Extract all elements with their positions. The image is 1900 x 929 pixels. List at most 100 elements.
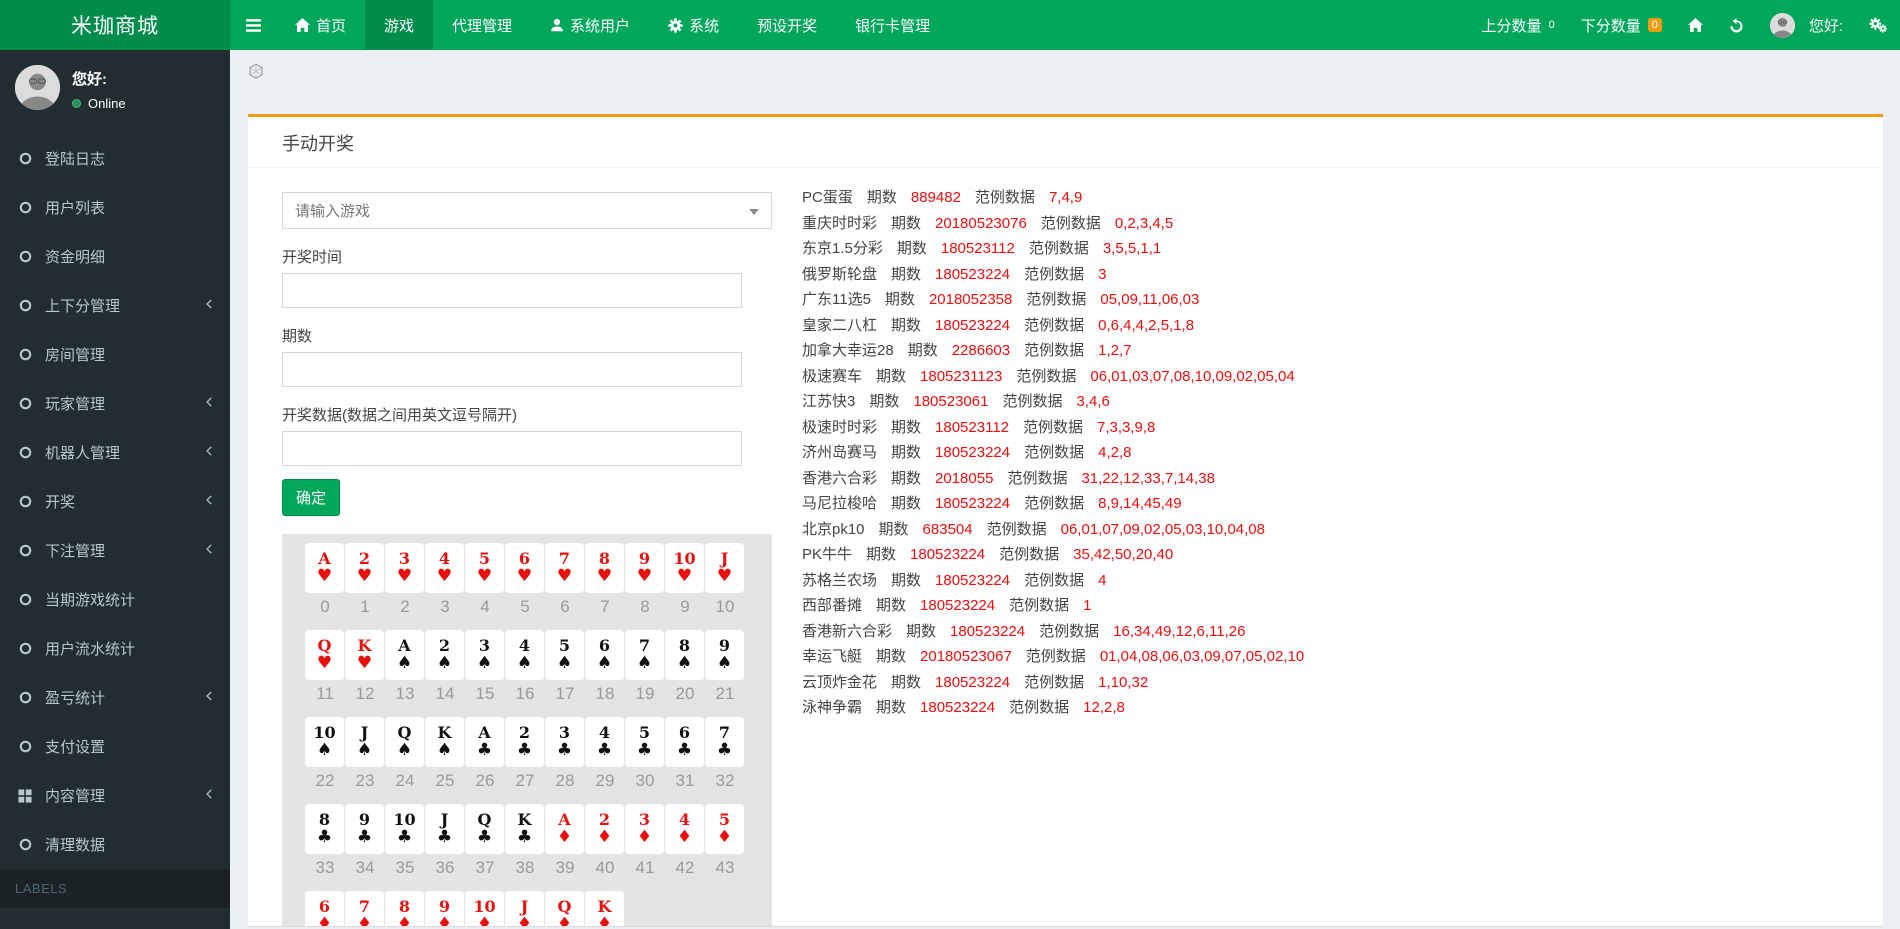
card-cell: J♣36 (425, 804, 465, 891)
sample-value: 1 (1083, 597, 1091, 614)
sample-label: 范例数据 (1024, 495, 1084, 512)
card-suit-icon: ♦ (317, 916, 332, 926)
card-rank: 2 (359, 551, 370, 567)
sidebar-item-funds-detail[interactable]: 资金明细 (0, 232, 230, 281)
brand-logo[interactable]: 米珈商城 (0, 0, 230, 50)
sidebar-item-player-management[interactable]: 玩家管理 (0, 379, 230, 428)
sidebar-item-label: 下注管理 (45, 540, 105, 561)
card-rank: J (361, 725, 369, 741)
nav-item-games[interactable]: 游戏 (365, 0, 433, 50)
sidebar-item-lottery-draw[interactable]: 开奖 (0, 477, 230, 526)
settings-button[interactable] (1856, 0, 1900, 50)
card-cell: K♥12 (345, 630, 385, 717)
card-index: 3 (425, 597, 465, 617)
period-label: 期数 (867, 189, 897, 206)
sidebar-item-label: 资金明细 (45, 246, 105, 267)
period-value: 180523224 (935, 495, 1010, 512)
gear-icon (668, 18, 683, 33)
card-index: 28 (545, 771, 585, 791)
period-label: 期数 (891, 495, 921, 512)
card-cell: 6♦44 (305, 891, 345, 926)
nav-item-agent-management[interactable]: 代理管理 (433, 0, 531, 50)
card-rank: 10 (673, 551, 695, 567)
card-index: 4 (465, 597, 505, 617)
card-suit-icon: ♥ (317, 568, 332, 585)
nav-item-bank-card-management[interactable]: 银行卡管理 (836, 0, 949, 50)
game-row: PK牛牛期数180523224范例数据35,42,50,20,40 (802, 542, 1318, 568)
card-suit-icon: ♦ (517, 916, 532, 926)
card-cell: K♠25 (425, 717, 465, 804)
card-cell: A♣26 (465, 717, 505, 804)
nav-item-system-users[interactable]: 系统用户 (531, 0, 649, 50)
nav-item-home[interactable]: 首页 (276, 0, 365, 50)
user-menu[interactable]: 您好: (1757, 0, 1856, 50)
sidebar-item-clear-data[interactable]: 清理数据 (0, 820, 230, 869)
period-value: 180523224 (950, 623, 1025, 640)
period-label: 期数 (891, 419, 921, 436)
sidebar-item-user-flow-stats[interactable]: 用户流水统计 (0, 624, 230, 673)
card-rank: 6 (319, 899, 330, 915)
nav-item-label: 系统用户 (570, 15, 630, 36)
card-cell: Q♥11 (305, 630, 345, 717)
refresh-button[interactable] (1716, 0, 1757, 50)
sidebar-item-login-log[interactable]: 登陆日志 (0, 134, 230, 183)
card-row: Q♥11K♥12A♠132♠143♠154♠165♠176♠187♠198♠20… (305, 630, 772, 717)
period-input[interactable] (282, 352, 742, 387)
card-rank: 2 (439, 638, 450, 654)
card-cell: 10♣35 (385, 804, 425, 891)
sidebar-item-score-management[interactable]: 上下分管理 (0, 281, 230, 330)
top-menu: 首页游戏代理管理 系统用户系统预设开奖银行卡管理 (276, 0, 949, 50)
playing-card-4-diamonds: 4♦ (665, 804, 704, 854)
circle-o-icon (15, 593, 35, 606)
nav-item-system[interactable]: 系统 (649, 0, 738, 50)
sidebar-item-room-management[interactable]: 房间管理 (0, 330, 230, 379)
sidebar-item-content-management[interactable]: 内容管理 (0, 771, 230, 820)
sidebar-toggle-button[interactable] (230, 0, 276, 50)
sample-label: 范例数据 (1024, 317, 1084, 334)
card-suit-icon: ♠ (477, 655, 492, 672)
card-reference-panel: A♥02♥13♥24♥35♥46♥57♥68♥79♥810♥9J♥10Q♥11K… (282, 534, 772, 926)
draw-time-input[interactable] (282, 273, 742, 308)
up-score-link[interactable]: 上分数量0 (1469, 0, 1568, 50)
game-name: 极速时时彩 (802, 419, 877, 436)
top-navbar: 米珈商城 首页游戏代理管理 系统用户系统预设开奖银行卡管理 上分数量0 下分数量0… (0, 0, 1900, 50)
period-value: 180523224 (935, 572, 1010, 589)
sidebar-item-payment-settings[interactable]: 支付设置 (0, 722, 230, 771)
sidebar-item-user-list[interactable]: 用户列表 (0, 183, 230, 232)
period-label: 期数 (891, 572, 921, 589)
card-rank: 7 (559, 551, 570, 567)
playing-card-3-hearts: 3♥ (385, 543, 424, 593)
game-select[interactable]: 请输入游戏 (282, 192, 772, 229)
card-cell: 7♦45 (345, 891, 385, 926)
playing-card-4-spades: 4♠ (505, 630, 544, 680)
card-suit-icon: ♥ (517, 568, 532, 585)
card-cell: 6♥5 (505, 543, 545, 630)
sidebar-item-profit-loss-stats[interactable]: 盈亏统计 (0, 673, 230, 722)
card-cell: J♠23 (345, 717, 385, 804)
sidebar-user-panel: 您好: Online (0, 50, 230, 126)
sidebar-item-label: 房间管理 (45, 344, 105, 365)
card-index: 14 (425, 684, 465, 704)
card-suit-icon: ♣ (717, 742, 732, 759)
sample-value: 0,6,4,4,2,5,1,8 (1098, 317, 1194, 334)
playing-card-6-hearts: 6♥ (505, 543, 544, 593)
card-suit-icon: ♠ (317, 742, 332, 759)
down-score-link[interactable]: 下分数量0 (1568, 0, 1675, 50)
card-index: 0 (305, 597, 345, 617)
card-rank: 4 (519, 638, 530, 654)
period-label: 期数 (891, 674, 921, 691)
card-suit-icon: ♣ (597, 742, 612, 759)
confirm-button[interactable]: 确定 (282, 479, 340, 516)
home-shortcut-button[interactable] (1675, 0, 1716, 50)
card-cell: Q♦50 (545, 891, 585, 926)
card-index: 38 (505, 858, 545, 878)
card-cell: 3♠15 (465, 630, 505, 717)
sidebar-item-current-game-stats[interactable]: 当期游戏统计 (0, 575, 230, 624)
draw-data-input[interactable] (282, 431, 742, 466)
sidebar-item-bet-management[interactable]: 下注管理 (0, 526, 230, 575)
nav-item-preset-draw[interactable]: 预设开奖 (738, 0, 836, 50)
sidebar-item-robot-management[interactable]: 机器人管理 (0, 428, 230, 477)
manual-draw-form: 请输入游戏 开奖时间 期数 开奖数据(数据之间用英文逗号隔开) 确定 A♥02♥… (282, 178, 772, 926)
game-row: 香港新六合彩期数180523224范例数据16,34,49,12,6,11,26 (802, 619, 1318, 645)
playing-card-J-clubs: J♣ (425, 804, 464, 854)
